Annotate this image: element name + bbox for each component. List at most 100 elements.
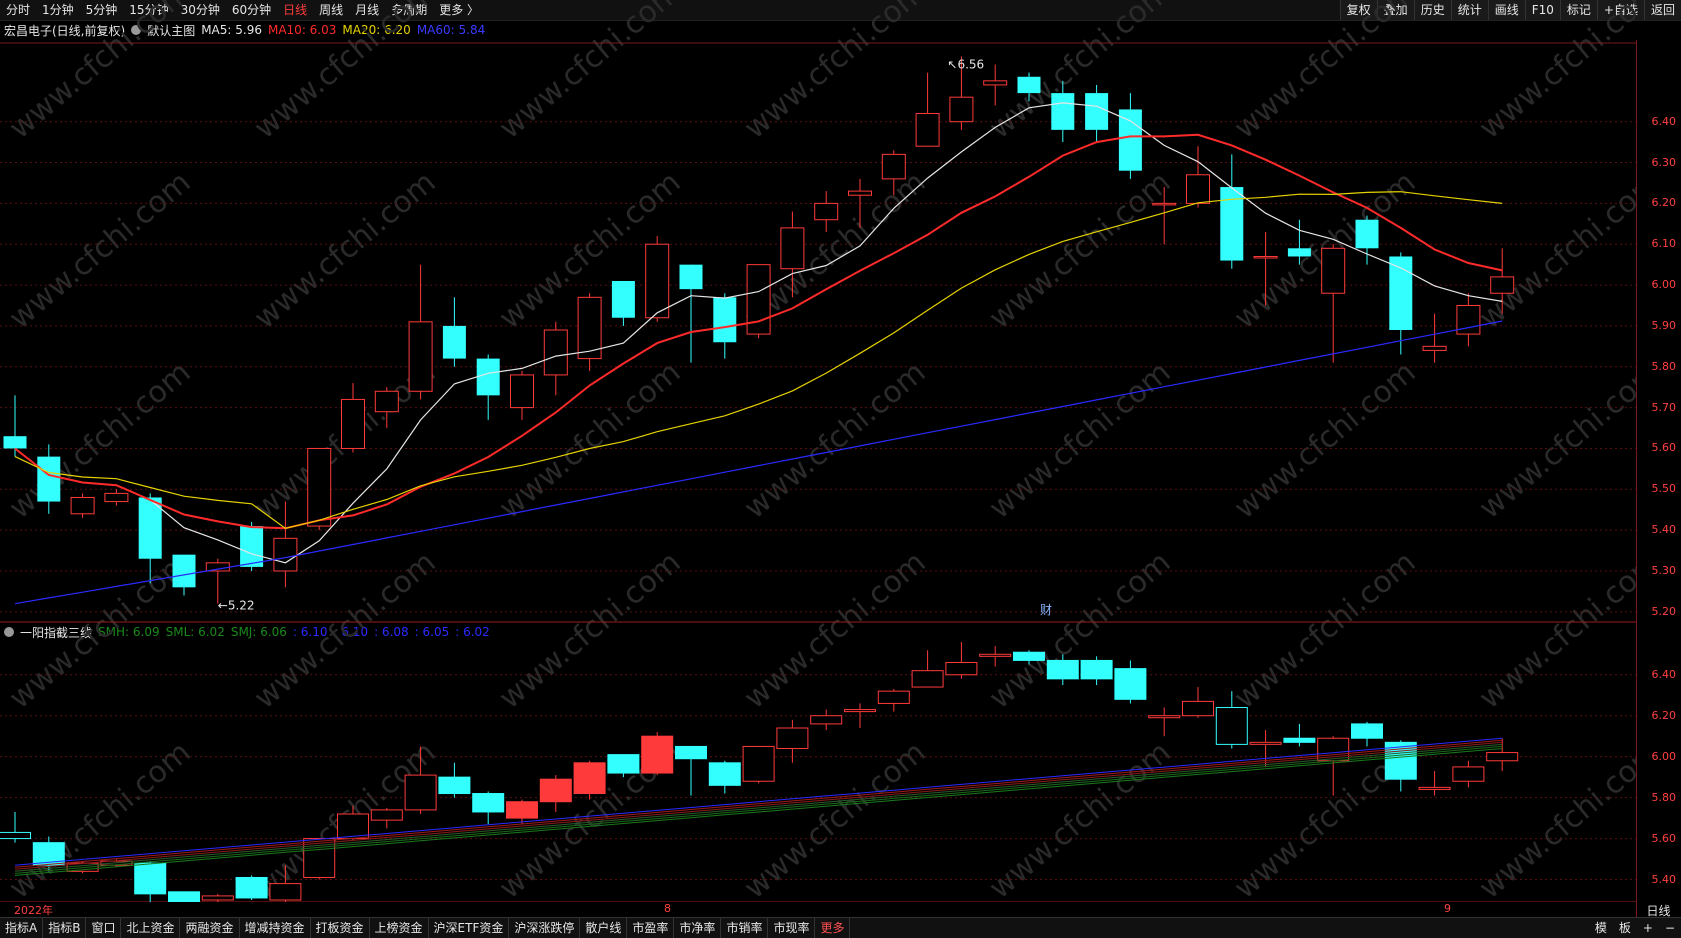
- sub-body: [675, 745, 707, 760]
- indicator-tab[interactable]: 上榜资金: [370, 918, 429, 938]
- sub-body: [404, 774, 437, 811]
- price-tick: 6.00: [1651, 278, 1677, 292]
- watermark: www.cfchi.com: [1473, 355, 1636, 526]
- watermark: www.cfchi.com: [1473, 165, 1636, 336]
- indicator-tab[interactable]: 指标A: [0, 918, 44, 938]
- sub-body: [911, 670, 944, 688]
- watermark: www.cfchi.com: [3, 545, 198, 716]
- low-annotation: ←5.22: [218, 599, 255, 613]
- kline-chart[interactable]: www.cfchi.com www.cfchi.com www.cfchi.com w…: [0, 0, 1636, 902]
- sub-body: [1148, 715, 1181, 719]
- sub-body: [1283, 737, 1316, 743]
- sub-body: [1013, 651, 1045, 661]
- sub-body: [1351, 723, 1383, 739]
- candle-body: [37, 456, 61, 502]
- candle-body: [1422, 345, 1447, 351]
- bottom-control[interactable]: +: [1637, 918, 1659, 938]
- bottom-right-controls: 模板 + −: [1589, 918, 1681, 938]
- sub-body: [1114, 668, 1147, 700]
- sub-body: [1452, 766, 1485, 782]
- candle-body: [915, 113, 940, 147]
- indicator-tab[interactable]: 散户线: [580, 918, 628, 938]
- sub-tick: 6.00: [1651, 749, 1677, 763]
- candle-body: [543, 329, 568, 376]
- indicator-tab[interactable]: 指标B: [43, 918, 87, 938]
- candle-body: [1186, 174, 1210, 204]
- candle-body: [408, 321, 433, 392]
- candle-body: [1287, 248, 1311, 257]
- sub-tick: 5.40: [1651, 872, 1677, 886]
- candle-body: [1355, 219, 1379, 249]
- sub-body: [1486, 752, 1519, 762]
- bottom-control[interactable]: −: [1659, 918, 1681, 938]
- candle-body: [1321, 247, 1346, 294]
- indicator-tab[interactable]: 打板资金: [311, 918, 370, 938]
- sub-body: [337, 813, 369, 840]
- bottom-control[interactable]: 板: [1613, 918, 1637, 938]
- sub-body: [269, 883, 302, 901]
- sub-body: [1418, 786, 1451, 790]
- price-tick: 5.30: [1651, 563, 1677, 577]
- sub-body: [573, 762, 606, 795]
- sub-body: [201, 895, 234, 901]
- sub-body: [506, 801, 538, 819]
- finance-marker: 财: [1040, 603, 1052, 617]
- price-tick: 6.20: [1651, 196, 1677, 210]
- watermark: www.cfchi.com: [248, 0, 443, 146]
- watermark: www.cfchi.com: [3, 0, 198, 146]
- high-annotation: ↖6.56: [947, 57, 984, 71]
- sub-body: [844, 709, 876, 713]
- indicator-tab[interactable]: 市现率: [768, 918, 816, 938]
- sub-tick: 6.40: [1651, 667, 1677, 681]
- candle-body: [1220, 187, 1244, 261]
- watermark: www.cfchi.com: [1228, 355, 1423, 526]
- month-label: 8: [664, 902, 671, 915]
- sub-body: [1182, 700, 1214, 717]
- bottom-control[interactable]: 模: [1589, 918, 1613, 938]
- price-tick: 5.20: [1651, 604, 1677, 618]
- sub-body: [1215, 707, 1248, 745]
- candle-body: [713, 297, 737, 343]
- indicator-tab[interactable]: 市销率: [721, 918, 769, 938]
- indicator-tabs: 指标A 指标B 窗口 北上资金 两融资金 增减持资金 打板资金 上榜资金 沪深ETF资金 沪深涨跌…: [0, 918, 851, 938]
- period-indicator[interactable]: 日线: [1636, 902, 1681, 918]
- candle-body: [104, 492, 129, 503]
- candle-body: [881, 153, 906, 180]
- candle-body: [70, 496, 95, 515]
- indicator-tab[interactable]: 市净率: [674, 918, 722, 938]
- watermark: www.cfchi.com: [248, 165, 443, 336]
- indicator-tab[interactable]: 沪深涨跌停: [509, 918, 581, 938]
- candle-body: [949, 96, 974, 123]
- indicator-tab[interactable]: 沪深ETF资金: [429, 918, 510, 938]
- indicator-tab[interactable]: 更多: [815, 918, 851, 938]
- candle-body: [510, 374, 534, 409]
- indicator-tab[interactable]: 北上资金: [121, 918, 181, 938]
- candle-body: [814, 202, 839, 221]
- price-tick: 6.30: [1651, 155, 1677, 169]
- watermark: www.cfchi.com: [738, 0, 933, 146]
- toolbar-button[interactable]: 返回: [1643, 0, 1681, 20]
- candle-body: [442, 325, 466, 359]
- sub-body: [708, 762, 741, 786]
- watermark: www.cfchi.com: [738, 355, 933, 526]
- time-axis: 2022年 8 9: [0, 902, 1636, 917]
- watermark: www.cfchi.com: [1228, 0, 1423, 146]
- indicator-tab[interactable]: 市盈率: [627, 918, 675, 938]
- indicator-tab[interactable]: 两融资金: [180, 918, 240, 938]
- sub-body: [607, 754, 640, 774]
- price-tick: 5.80: [1651, 359, 1677, 373]
- price-tick: 5.60: [1651, 441, 1677, 455]
- candle-body: [1253, 255, 1278, 259]
- candle-body: [1152, 202, 1177, 206]
- watermark: www.cfchi.com: [983, 0, 1178, 146]
- watermark: www.cfchi.com: [983, 355, 1178, 526]
- indicator-tab[interactable]: 增减持资金: [240, 918, 311, 938]
- indicator-tab[interactable]: 窗口: [86, 918, 122, 938]
- watermark: www.cfchi.com: [738, 545, 933, 716]
- sub-body: [776, 727, 809, 749]
- price-tick: 5.40: [1651, 523, 1677, 537]
- candle-body: [780, 227, 805, 270]
- candle-body: [476, 358, 500, 396]
- sub-body: [438, 776, 471, 795]
- sub-body: [641, 735, 674, 774]
